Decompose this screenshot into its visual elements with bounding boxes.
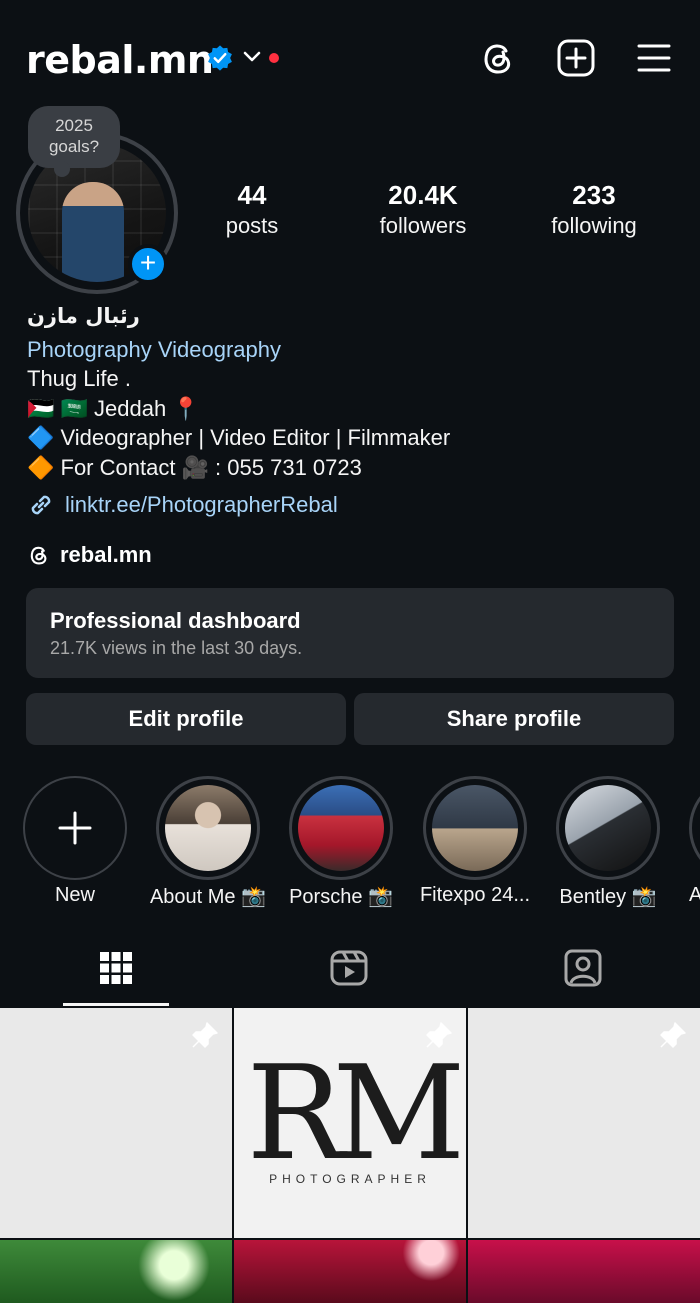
bio-link-text: linktr.ee/PhotographerRebal	[65, 492, 338, 517]
dashboard-title: Professional dashboard	[50, 608, 301, 633]
following-label: following	[551, 213, 637, 238]
followers-label: followers	[379, 213, 467, 238]
pin-icon	[660, 1022, 686, 1048]
plus-icon	[58, 811, 92, 845]
share-profile-button[interactable]: Share profile	[354, 693, 674, 745]
followers-count: 20.4K	[388, 180, 458, 210]
highlight-label: New	[54, 884, 95, 906]
highlight-bentley[interactable]: Bentley 📸	[556, 776, 660, 908]
grid-post[interactable]: RM PHOTOGRAPHER	[234, 1008, 466, 1238]
bio-link[interactable]: linktr.ee/PhotographerRebal	[27, 490, 338, 520]
posts-count: 44	[237, 180, 267, 210]
rm-logo-subtitle: PHOTOGRAPHER	[269, 1172, 431, 1186]
username-title[interactable]: rebal.mn	[26, 38, 214, 82]
highlight-fitexpo[interactable]: Fitexpo 24...	[420, 776, 530, 906]
bio-line: Thug Life .	[27, 366, 131, 391]
threads-small-icon	[30, 546, 47, 565]
pin-icon	[426, 1022, 452, 1048]
posts-grid: RM PHOTOGRAPHER	[0, 1008, 700, 1303]
bio-line: 🔶 For Contact 🎥 : 055 731 0723	[27, 454, 362, 480]
grid-icon[interactable]	[96, 948, 136, 988]
highlight-label: About Me 📸	[149, 886, 267, 908]
reels-icon[interactable]	[329, 948, 369, 988]
bio-line: 🇵🇸 🇸🇦 Jeddah 📍	[27, 395, 200, 421]
create-icon[interactable]	[556, 38, 596, 78]
following-stat[interactable]: 233 following	[524, 180, 664, 239]
followers-stat[interactable]: 20.4K followers	[353, 180, 493, 239]
chevron-down-icon[interactable]	[242, 50, 262, 64]
threads-handle: rebal.mn	[60, 542, 152, 567]
grid-post[interactable]	[234, 1240, 466, 1303]
note-text: 2025 goals?	[48, 116, 100, 156]
add-story-button[interactable]: +	[128, 244, 168, 284]
grid-post[interactable]	[468, 1008, 700, 1238]
highlight-label: Porsche 📸	[289, 886, 393, 908]
following-count: 233	[572, 180, 616, 210]
verified-badge-icon	[208, 45, 232, 71]
grid-post[interactable]	[0, 1240, 232, 1303]
highlight-label: A	[689, 884, 700, 906]
highlight-label: Fitexpo 24...	[419, 884, 531, 906]
grid-post[interactable]	[468, 1240, 700, 1303]
note-bubble[interactable]: 2025 goals?	[28, 106, 120, 177]
pin-icon	[192, 1022, 218, 1048]
category-label: Photography Videography	[27, 336, 282, 362]
content-tabs	[0, 938, 700, 1008]
highlight-porsche[interactable]: Porsche 📸	[289, 776, 393, 908]
professional-dashboard-card[interactable]: Professional dashboard 21.7K views in th…	[26, 588, 674, 678]
grid-post[interactable]	[0, 1008, 232, 1238]
dashboard-subtitle: 21.7K views in the last 30 days.	[50, 638, 303, 658]
display-name: رئبال مازن	[27, 304, 140, 328]
top-bar: rebal.mn	[0, 0, 700, 120]
posts-stat[interactable]: 44 posts	[182, 180, 322, 239]
bio-section: رئبال مازن Photography Videography Thug …	[27, 302, 687, 482]
active-tab-indicator	[63, 1003, 169, 1006]
tagged-icon[interactable]	[563, 948, 603, 988]
link-icon	[31, 495, 51, 515]
rm-logo: RM	[246, 1037, 466, 1189]
bio-line: 🔷 Videographer | Video Editor | Filmmake…	[27, 425, 451, 450]
highlight-label: Bentley 📸	[559, 886, 657, 908]
highlight-about-me[interactable]: About Me 📸	[150, 776, 266, 908]
threads-icon[interactable]	[478, 38, 518, 78]
menu-icon[interactable]	[634, 38, 674, 78]
posts-label: posts	[225, 213, 279, 238]
notification-dot	[269, 53, 279, 63]
highlight-new[interactable]: New	[23, 776, 127, 906]
highlight-partial[interactable]: A	[689, 776, 700, 906]
edit-profile-button[interactable]: Edit profile	[26, 693, 346, 745]
threads-badge[interactable]: rebal.mn	[27, 540, 152, 570]
